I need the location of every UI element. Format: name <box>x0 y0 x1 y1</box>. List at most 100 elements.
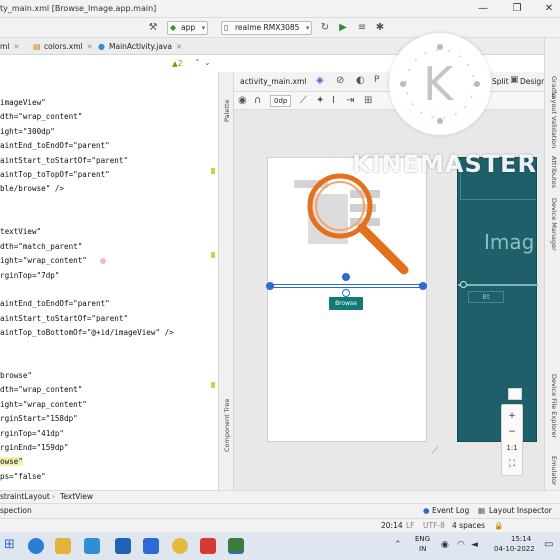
layout-inspector-tool[interactable]: Layout Inspector <box>489 504 552 518</box>
file-encoding[interactable]: UTF-8 <box>423 519 445 532</box>
component-tree-label[interactable]: Component Tree <box>223 399 231 452</box>
volume-icon[interactable]: ◄ <box>471 540 478 550</box>
device-label: realme RMX3085 <box>235 23 300 32</box>
mail-icon[interactable] <box>115 538 131 554</box>
code-line: owse" <box>0 457 23 466</box>
close-icon[interactable]: ✕ <box>176 40 182 54</box>
chevron-down-icon[interactable]: ⌄ <box>204 58 211 67</box>
palette-strip: Palette Component Tree <box>218 72 234 490</box>
device-manager-tool[interactable]: Device Manager <box>550 198 558 251</box>
pack-icon[interactable]: ⊞ <box>364 95 372 106</box>
code-line: imageView" <box>0 98 46 107</box>
zoom-out-button[interactable]: − <box>502 425 522 439</box>
window-title: ty_main.xml [Browse_Image.app.main] <box>0 4 157 13</box>
code-line: aintEnd_toEndOf="parent" <box>0 299 110 308</box>
magnet-icon[interactable]: ∩ <box>254 95 261 106</box>
run-icon[interactable]: ▶ <box>336 21 350 35</box>
infer-constraints-icon[interactable]: ✦ <box>316 95 324 106</box>
emulator-tool[interactable]: Emulator <box>550 456 558 486</box>
blueprint-preview[interactable]: Bt <box>457 157 538 442</box>
code-line: aintStart_toStartOf="parent" <box>0 156 129 165</box>
zoom-controls: + − 1:1 ⛶ <box>501 404 523 476</box>
gutter-marker <box>211 382 215 388</box>
restore-icon[interactable]: ❐ <box>510 2 524 16</box>
code-line: textView" <box>0 227 42 236</box>
wifi-icon[interactable]: ◠ <box>457 540 465 550</box>
line-separator[interactable]: LF <box>406 519 415 532</box>
constraint-handle-end[interactable] <box>419 282 427 290</box>
edge-icon[interactable] <box>28 538 44 554</box>
tab-mainactivity[interactable]: ● MainActivity.java ✕ <box>97 40 182 54</box>
windows-start-icon[interactable]: ⊞ <box>4 537 15 552</box>
tab-activity-main[interactable]: ml ✕ <box>0 40 19 54</box>
close-icon[interactable]: ✕ <box>14 40 20 54</box>
tab-colors[interactable]: ▤ colors.xml ✕ <box>32 40 93 54</box>
device-icon[interactable]: P <box>374 75 379 85</box>
input-region[interactable]: IN <box>419 545 426 553</box>
constraint-handle-start[interactable] <box>266 282 274 290</box>
minimize-icon[interactable]: — <box>476 2 490 16</box>
margin-field[interactable]: 0dp <box>270 95 292 107</box>
code-line: ble/browse" /> <box>0 184 65 193</box>
guidelines-icon[interactable]: I <box>332 95 335 106</box>
file-explorer-icon[interactable] <box>55 538 71 554</box>
refresh-icon[interactable]: ↻ <box>318 21 332 35</box>
video-app-icon[interactable] <box>200 538 216 554</box>
input-language[interactable]: ENG <box>415 535 430 543</box>
breadcrumb-item[interactable]: TextView <box>60 491 93 503</box>
phone-icon: ▯ <box>224 23 229 32</box>
textview-selection[interactable] <box>270 284 424 288</box>
breadcrumb-item[interactable]: straintLayout <box>0 491 50 503</box>
apply-changes-icon[interactable]: ≡ <box>355 21 369 35</box>
notifications-icon[interactable]: ▭ <box>544 539 553 550</box>
night-mode-icon[interactable]: ◐ <box>356 75 365 86</box>
pan-control[interactable] <box>508 388 522 400</box>
close-icon[interactable]: ✕ <box>87 40 93 54</box>
clock-time[interactable]: 15:14 <box>511 535 531 543</box>
code-line: rginTop="41dp" <box>0 429 65 438</box>
device-dropdown[interactable]: ▯ realme RMX3085 ▾ <box>221 21 313 35</box>
design-mode-icon[interactable]: ▣ <box>510 75 519 85</box>
mode-split[interactable]: Split <box>492 77 509 86</box>
code-editor[interactable]: imageView" dth="wrap_content" ight="300d… <box>0 72 215 490</box>
layout-validation-tool[interactable]: Layout Validation <box>550 92 558 148</box>
zoom-in-button[interactable]: + <box>502 409 522 423</box>
device-file-explorer-tool[interactable]: Device File Explorer <box>550 374 558 438</box>
zoom-ratio-button[interactable]: 1:1 <box>502 441 522 455</box>
event-log-icon: ● <box>423 506 430 515</box>
event-log-tool[interactable]: Event Log <box>432 504 469 518</box>
warning-count[interactable]: ▲2 <box>172 59 183 68</box>
chevron-up-icon[interactable]: ⌃ <box>194 58 201 67</box>
resize-grip-icon[interactable]: ⟋ <box>432 446 438 456</box>
indent-setting[interactable]: 4 spaces <box>452 519 485 532</box>
outlook-icon[interactable] <box>143 538 159 554</box>
clock-date[interactable]: 04-10-2022 <box>494 545 535 553</box>
browse-button-preview[interactable]: Browse <box>329 297 363 310</box>
lock-icon[interactable]: 🔒 <box>494 519 503 532</box>
hammer-icon[interactable]: ⚒ <box>146 21 160 35</box>
editor-header: ▲2 ⌃ ⌄ <box>0 55 215 72</box>
clear-constraints-icon[interactable]: ⟋ <box>300 95 307 106</box>
chevron-up-icon[interactable]: ⌃ <box>394 540 402 550</box>
palette-label[interactable]: Palette <box>223 99 231 122</box>
camera-icon[interactable]: ◉ <box>441 540 449 550</box>
code-line: dth="wrap_content" <box>0 385 83 394</box>
eye-icon[interactable]: ◉ <box>238 95 247 106</box>
align-icon[interactable]: ⇥ <box>346 95 354 106</box>
close-icon[interactable]: ✕ <box>542 2 556 16</box>
caret-position[interactable]: 20:14 <box>381 519 403 532</box>
layers-icon[interactable]: ◈ <box>316 75 324 86</box>
orientation-icon[interactable]: ⊘ <box>336 75 344 86</box>
fit-screen-icon[interactable]: ⛶ <box>502 457 522 471</box>
app-inspection-tool[interactable]: spection <box>0 504 32 518</box>
code-line: aintStart_toStartOf="parent" <box>0 314 129 323</box>
constraint-handle-top[interactable] <box>342 273 350 281</box>
attributes-tool[interactable]: Attributes <box>550 156 558 188</box>
chrome-icon[interactable] <box>172 538 188 554</box>
store-icon[interactable] <box>84 538 100 554</box>
mode-design[interactable]: Design <box>520 77 546 86</box>
run-config-dropdown[interactable]: ◆ app ▾ <box>167 21 209 35</box>
android-studio-icon[interactable] <box>228 538 244 554</box>
constraint-handle-bottom[interactable] <box>342 289 350 297</box>
debug-icon[interactable]: ✱ <box>373 21 387 35</box>
